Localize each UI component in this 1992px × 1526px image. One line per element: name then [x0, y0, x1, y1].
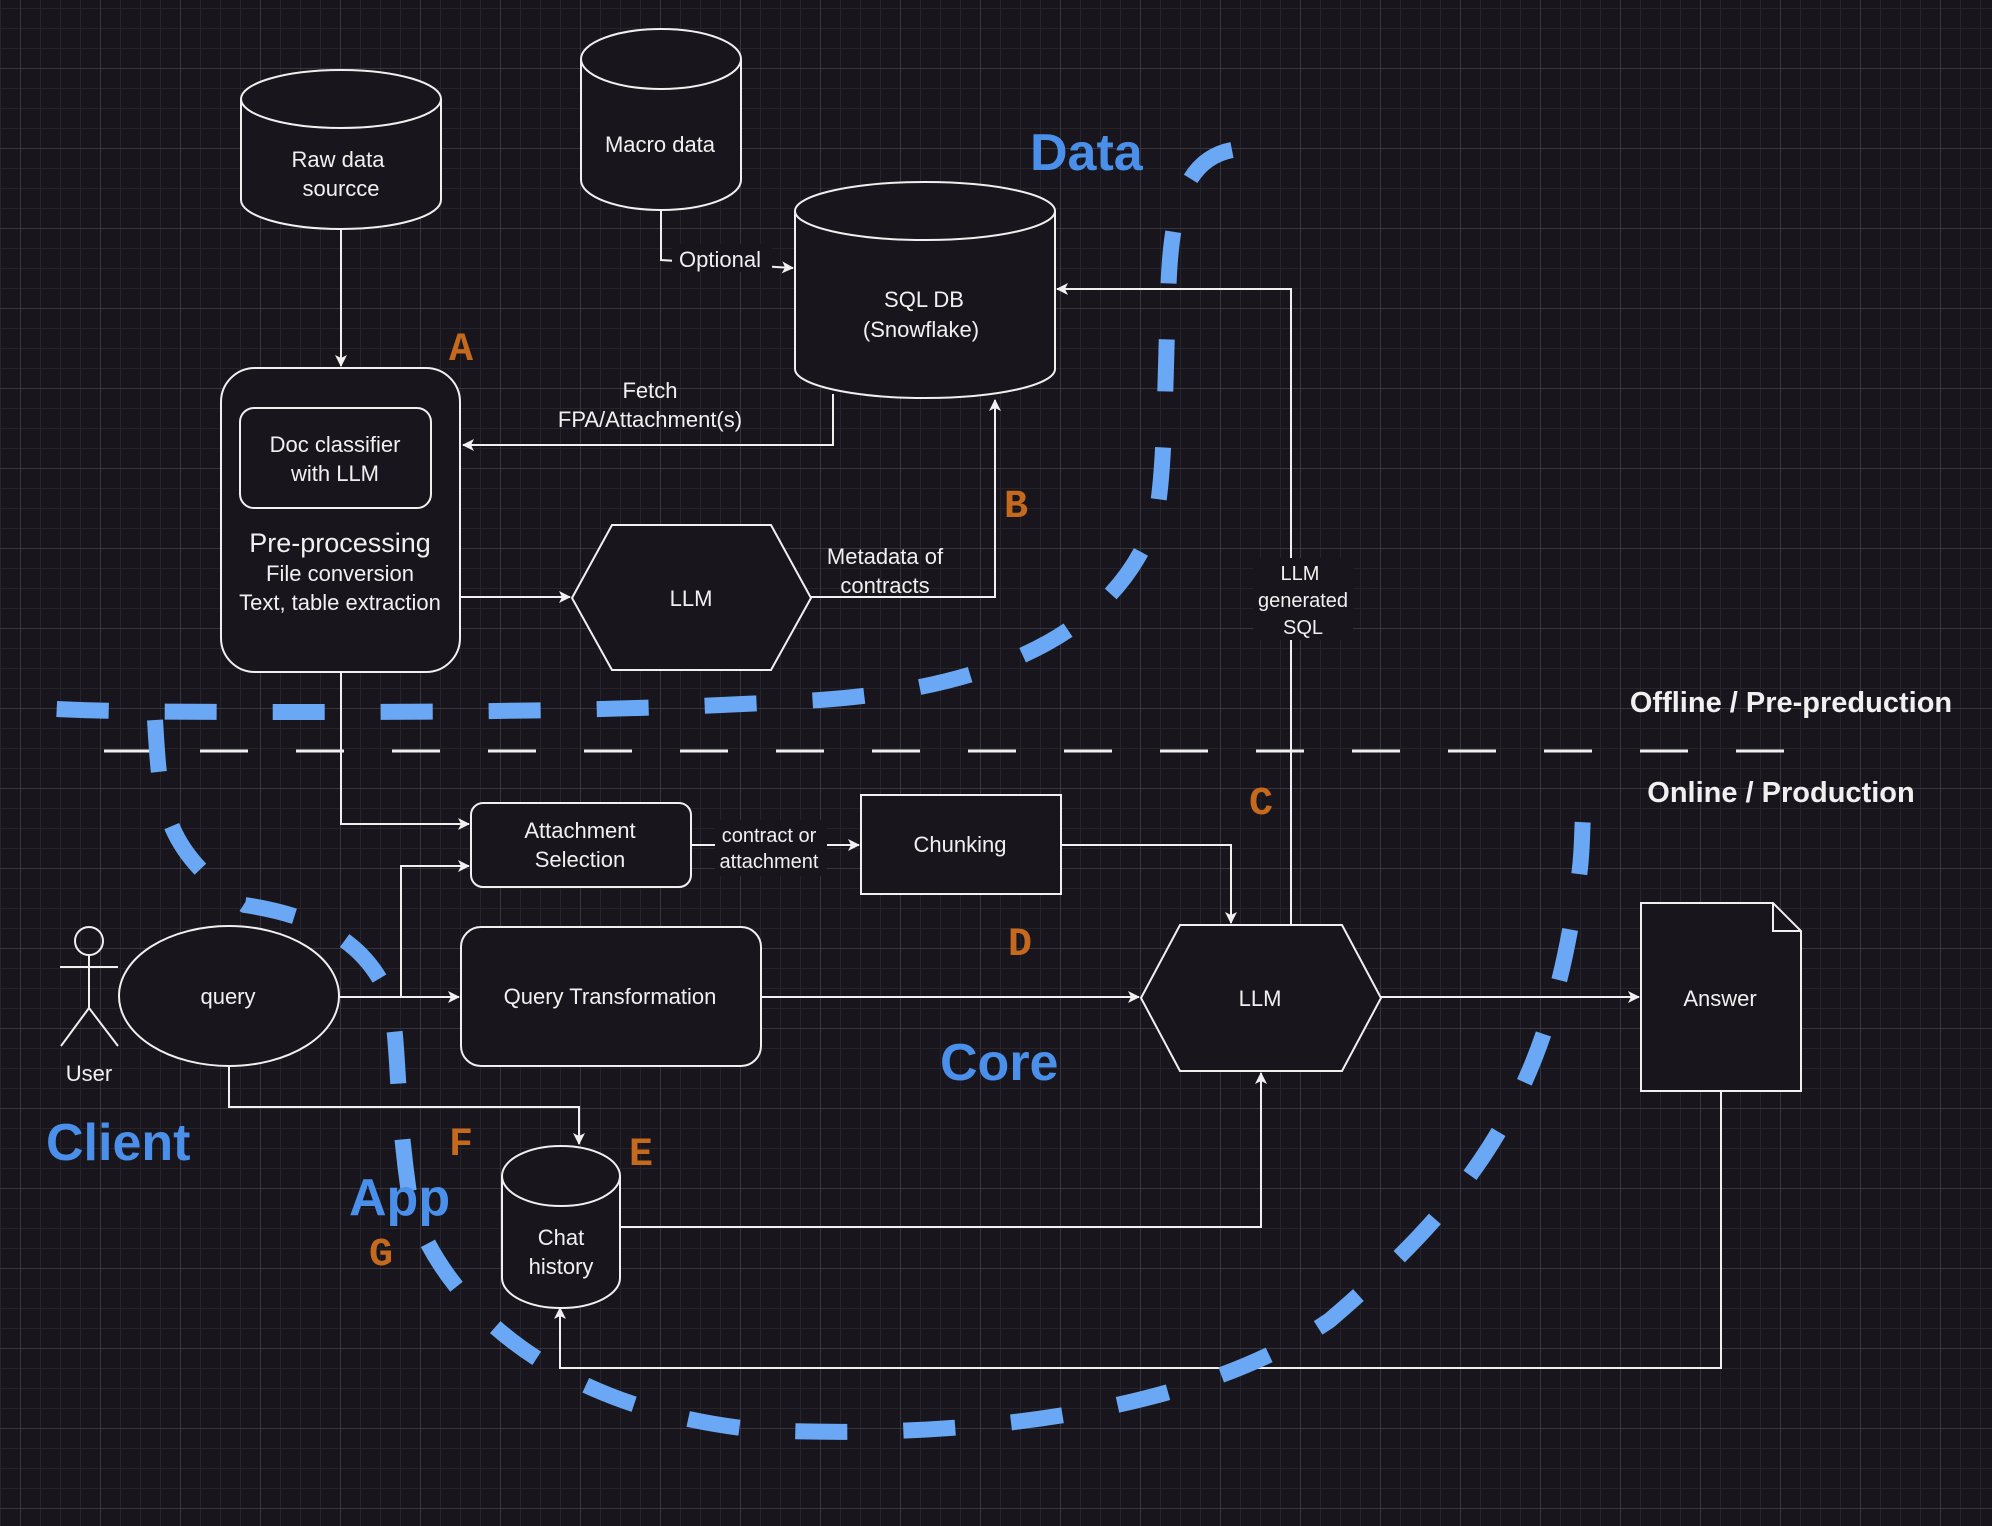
step-letter-e: E [629, 1133, 653, 1178]
answer-node[interactable]: Answer [1640, 902, 1802, 1092]
edge-label-fetch-1: Fetch [622, 378, 677, 403]
llm-offline-label: LLM [670, 586, 713, 611]
edge-label-fetch-2: FPA/Attachment(s) [558, 407, 742, 432]
zone-label-data: Data [1030, 124, 1144, 182]
phase-label-online: Online / Production [1647, 777, 1914, 809]
query-transformation-label: Query Transformation [504, 984, 717, 1009]
zone-label-app: App [349, 1169, 450, 1227]
query-node[interactable]: query [118, 925, 340, 1067]
llm-offline-node[interactable]: LLM [570, 524, 813, 671]
llm-online-node[interactable]: LLM [1139, 924, 1383, 1072]
zone-label-client: Client [46, 1114, 190, 1172]
edge-label-contract-1: contract or [722, 825, 817, 847]
raw-data-label-2: sourcce [302, 176, 379, 201]
step-letter-c: C [1249, 782, 1273, 827]
edge-label-metadata-2: contracts [840, 573, 929, 598]
attachment-label-2: Selection [535, 847, 626, 872]
step-letter-a: A [449, 328, 473, 373]
preprocessing-line-2: Text, table extraction [239, 590, 441, 615]
edge-label-llm-sql-1: LLM [1281, 563, 1320, 585]
llm-online-label: LLM [1239, 986, 1282, 1011]
sql-db-node[interactable]: SQL DB (Snowflake) [794, 181, 1056, 399]
edge-label-contract-2: attachment [720, 851, 819, 873]
raw-data-label-1: Raw data [292, 147, 386, 172]
chat-history-node[interactable]: Chat history [501, 1145, 621, 1309]
attachment-selection-node[interactable]: Attachment Selection [470, 802, 692, 888]
chat-history-label-1: Chat [538, 1225, 584, 1250]
query-label: query [200, 984, 255, 1009]
step-letter-b: B [1004, 485, 1028, 530]
edge-label-llm-sql-2: generated [1258, 590, 1348, 612]
sql-db-label-2: (Snowflake) [863, 317, 979, 342]
chunking-label: Chunking [914, 832, 1007, 857]
zone-label-core: Core [940, 1034, 1058, 1092]
macro-data-label: Macro data [605, 132, 716, 157]
chat-history-label-2: history [529, 1254, 594, 1279]
preprocessing-node[interactable]: Doc classifier with LLM Pre-processing F… [220, 367, 461, 673]
answer-label: Answer [1683, 986, 1756, 1011]
query-transformation-node[interactable]: Query Transformation [460, 926, 762, 1067]
diagram-canvas: Offline / Pre-preduction Online / Produc… [0, 0, 1992, 1526]
chunking-node[interactable]: Chunking [860, 794, 1062, 895]
edge-label-llm-sql-3: SQL [1283, 617, 1323, 639]
sql-db-label-1: SQL DB [884, 287, 964, 312]
edge-label-optional: Optional [679, 247, 761, 272]
doc-classifier-label-2: with LLM [290, 461, 379, 486]
preprocessing-line-1: File conversion [266, 561, 414, 586]
doc-classifier-node [239, 407, 432, 509]
attachment-label-1: Attachment [524, 818, 635, 843]
user-label: User [66, 1061, 112, 1086]
step-letter-g: G [369, 1233, 393, 1278]
edge-label-metadata-1: Metadata of [827, 544, 944, 569]
preprocessing-title: Pre-processing [249, 528, 431, 558]
step-letter-d: D [1008, 923, 1032, 968]
doc-classifier-label-1: Doc classifier [270, 432, 401, 457]
macro-data-node[interactable]: Macro data [580, 28, 742, 211]
raw-data-source-node[interactable]: Raw data sourcce [240, 69, 442, 230]
step-letter-f: F [449, 1123, 473, 1168]
phase-label-offline: Offline / Pre-preduction [1630, 687, 1952, 719]
